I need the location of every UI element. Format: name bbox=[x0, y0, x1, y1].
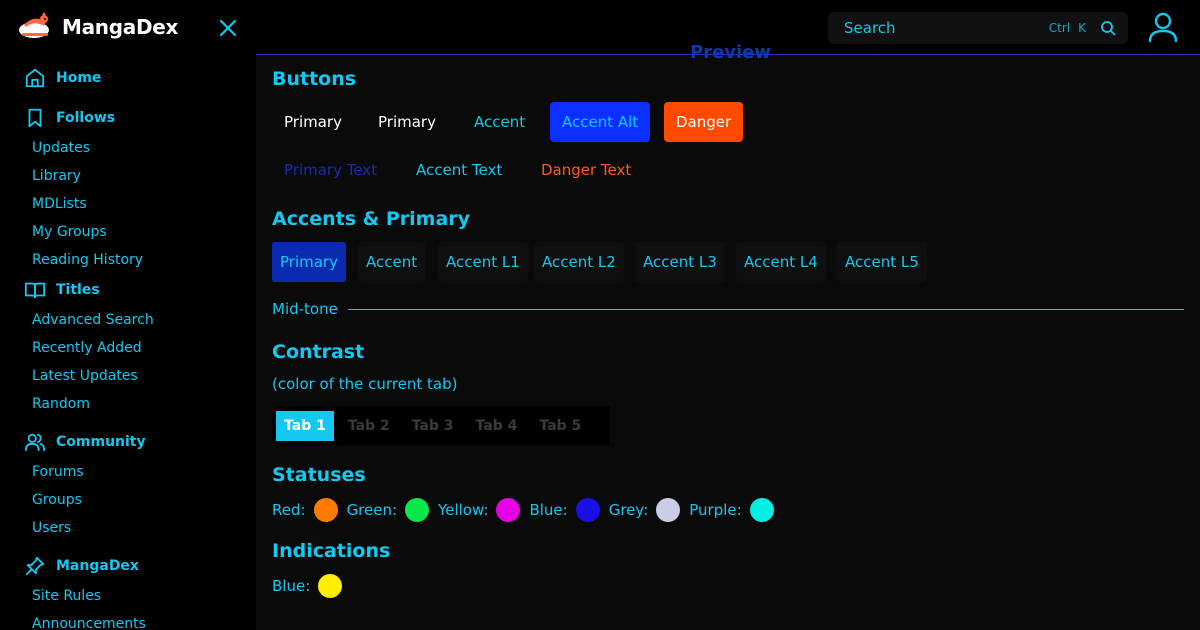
sidebar-item-mdlists[interactable]: MDLists bbox=[0, 190, 256, 218]
status-swatch-purple bbox=[749, 498, 774, 522]
sidebar-item-groups[interactable]: Groups bbox=[0, 486, 256, 514]
divider-line bbox=[347, 308, 1184, 310]
users-icon bbox=[24, 433, 46, 452]
midtone-label: Mid-tone bbox=[272, 300, 338, 318]
accent-tile-accent[interactable]: Accent bbox=[358, 242, 426, 282]
accent-tile-l2[interactable]: Accent L2 bbox=[534, 242, 624, 282]
status-label-blue: Blue: bbox=[529, 501, 568, 519]
status-label-green: Green: bbox=[346, 501, 398, 519]
main-content: Preview Buttons Primary Primary Accent A… bbox=[256, 42, 1200, 630]
bookmark-icon bbox=[28, 108, 42, 128]
app-root: MangaDex Home Follows Updates Library MD… bbox=[0, 0, 1200, 630]
buttons-heading: Buttons bbox=[272, 68, 357, 90]
midtone-divider: Mid-tone bbox=[272, 300, 1184, 318]
sidebar-item-updates[interactable]: Updates bbox=[0, 134, 256, 162]
book-icon bbox=[24, 282, 46, 299]
sidebar-section-mangadex[interactable]: MangaDex bbox=[0, 550, 256, 582]
status-label-grey: Grey: bbox=[608, 501, 649, 519]
sidebar-section-label: Home bbox=[56, 70, 102, 86]
tab-5[interactable]: Tab 5 bbox=[531, 411, 589, 441]
indication-label-blue: Blue: bbox=[272, 577, 311, 595]
sidebar-item-advanced-search[interactable]: Advanced Search bbox=[0, 306, 256, 334]
status-swatch-grey bbox=[656, 498, 681, 522]
search-box[interactable]: Ctrl K bbox=[828, 12, 1128, 44]
sidebar-item-recently-added[interactable]: Recently Added bbox=[0, 334, 256, 362]
sidebar-item-site-rules[interactable]: Site Rules bbox=[0, 582, 256, 610]
preview-heading: Preview bbox=[690, 42, 772, 63]
indication-swatch-blue bbox=[318, 574, 343, 598]
statuses-heading: Statuses bbox=[272, 464, 366, 486]
accent-text-button[interactable]: Accent Text bbox=[404, 150, 514, 190]
danger-button[interactable]: Danger bbox=[664, 102, 744, 142]
logo-icon bbox=[19, 12, 49, 38]
status-swatch-yellow bbox=[496, 498, 521, 522]
status-label-red: Red: bbox=[272, 501, 306, 519]
tab-4[interactable]: Tab 4 bbox=[468, 411, 526, 441]
sidebar-item-my-groups[interactable]: My Groups bbox=[0, 218, 256, 246]
status-swatch-green bbox=[405, 498, 430, 522]
status-swatch-blue bbox=[575, 498, 600, 522]
sidebar-item-latest-updates[interactable]: Latest Updates bbox=[0, 362, 256, 390]
sidebar-item-users[interactable]: Users bbox=[0, 514, 256, 542]
danger-text-button[interactable]: Danger Text bbox=[529, 150, 643, 190]
sidebar-section-label: Community bbox=[56, 434, 146, 450]
contrast-subtitle: (color of the current tab) bbox=[272, 375, 458, 393]
pin-icon bbox=[25, 556, 45, 576]
shortcut-ctrl: Ctrl bbox=[1048, 21, 1071, 35]
logo-text: MangaDex bbox=[62, 15, 179, 39]
sidebar: MangaDex Home Follows Updates Library MD… bbox=[0, 0, 256, 630]
indications-heading: Indications bbox=[272, 540, 391, 562]
search-input[interactable] bbox=[844, 19, 1041, 37]
sidebar-section-label: Titles bbox=[56, 282, 100, 298]
accents-heading: Accents & Primary bbox=[272, 208, 471, 230]
sidebar-section-titles[interactable]: Titles bbox=[0, 274, 256, 306]
accent-button[interactable]: Accent bbox=[462, 102, 537, 142]
accent-tile-primary[interactable]: Primary bbox=[272, 242, 346, 282]
primary-button[interactable]: Primary bbox=[272, 102, 354, 142]
sidebar-item-library[interactable]: Library bbox=[0, 162, 256, 190]
tab-2[interactable]: Tab 2 bbox=[340, 411, 398, 441]
tab-1[interactable]: Tab 1 bbox=[276, 411, 334, 441]
sidebar-nav: Home Follows Updates Library MDLists My … bbox=[0, 62, 256, 630]
status-label-yellow: Yellow: bbox=[438, 501, 489, 519]
shortcut-key: K bbox=[1078, 21, 1086, 35]
tab-3[interactable]: Tab 3 bbox=[404, 411, 462, 441]
status-row: Red: Green: Yellow: Blue: Grey: Purple: bbox=[272, 498, 783, 522]
sidebar-section-home[interactable]: Home bbox=[0, 62, 256, 94]
contrast-heading: Contrast bbox=[272, 341, 365, 363]
sidebar-section-label: MangaDex bbox=[56, 558, 139, 574]
accent-tile-l4[interactable]: Accent L4 bbox=[736, 242, 826, 282]
accent-alt-button[interactable]: Accent Alt bbox=[550, 102, 651, 142]
accent-tile-l3[interactable]: Accent L3 bbox=[635, 242, 725, 282]
sidebar-item-reading-history[interactable]: Reading History bbox=[0, 246, 256, 274]
status-swatch-red bbox=[313, 498, 338, 522]
accent-tile-l5[interactable]: Accent L5 bbox=[837, 242, 927, 282]
sidebar-item-forums[interactable]: Forums bbox=[0, 458, 256, 486]
sidebar-item-random[interactable]: Random bbox=[0, 390, 256, 418]
user-avatar-icon[interactable] bbox=[1146, 10, 1180, 44]
sidebar-section-community[interactable]: Community bbox=[0, 426, 256, 458]
logo[interactable]: MangaDex bbox=[18, 12, 178, 42]
primary-text-button[interactable]: Primary Text bbox=[272, 150, 389, 190]
sidebar-section-label: Follows bbox=[56, 110, 116, 126]
status-label-purple: Purple: bbox=[689, 501, 742, 519]
sidebar-item-announcements[interactable]: Announcements bbox=[0, 610, 256, 630]
indication-row: Blue: bbox=[272, 574, 351, 598]
close-sidebar-icon[interactable] bbox=[218, 18, 238, 38]
home-icon bbox=[25, 68, 45, 88]
search-icon[interactable] bbox=[1100, 20, 1116, 36]
primary-button-alt[interactable]: Primary bbox=[366, 102, 448, 142]
tab-bar: Tab 1 Tab 2 Tab 3 Tab 4 Tab 5 bbox=[272, 406, 610, 446]
accent-tile-l1[interactable]: Accent L1 bbox=[438, 242, 528, 282]
sidebar-section-follows[interactable]: Follows bbox=[0, 102, 256, 134]
